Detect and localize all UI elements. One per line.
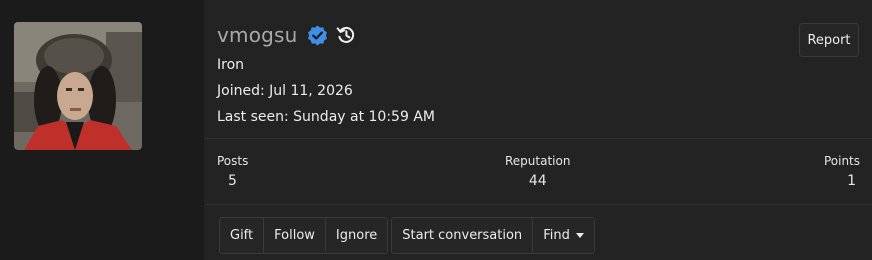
follow-button[interactable]: Follow (263, 218, 325, 253)
stat-posts: Posts 5 (217, 153, 248, 193)
divider (205, 138, 872, 139)
verified-check-icon (307, 25, 328, 46)
reputation-label: Reputation (505, 154, 571, 168)
start-conversation-button[interactable]: Start conversation (392, 218, 533, 253)
last-seen: Last seen: Sunday at 10:59 AM (217, 109, 435, 125)
divider (205, 204, 872, 205)
action-group-secondary: Start conversation Find (391, 217, 595, 254)
avatar-image (14, 22, 142, 150)
report-button[interactable]: Report (799, 23, 859, 57)
username-history-icon[interactable] (336, 25, 356, 45)
reputation-value[interactable]: 44 (505, 169, 570, 193)
caret-down-icon (575, 233, 584, 238)
joined-date: Joined: Jul 11, 2026 (217, 83, 353, 99)
member-actions: Gift Follow Ignore Start conversation Fi… (219, 217, 595, 254)
username[interactable]: vmogsu (217, 23, 298, 47)
member-header-card: vmogsu Iron Joined: Jul 11, 2026 Last se… (0, 0, 872, 260)
points-label: Points (823, 154, 860, 168)
gift-button[interactable]: Gift (220, 218, 264, 253)
user-title: Iron (217, 57, 245, 73)
stat-points: Points 1 (824, 153, 860, 193)
avatar[interactable] (14, 22, 142, 150)
action-group-primary: Gift Follow Ignore (219, 217, 389, 254)
ignore-button[interactable]: Ignore (324, 218, 388, 253)
stat-reputation: Reputation 44 (505, 153, 570, 193)
username-row: vmogsu (217, 20, 356, 50)
find-label: Find (543, 228, 570, 243)
posts-value[interactable]: 5 (217, 169, 248, 193)
find-menu-button[interactable]: Find (532, 218, 594, 253)
posts-label: Posts (217, 154, 249, 168)
points-value[interactable]: 1 (824, 169, 860, 193)
